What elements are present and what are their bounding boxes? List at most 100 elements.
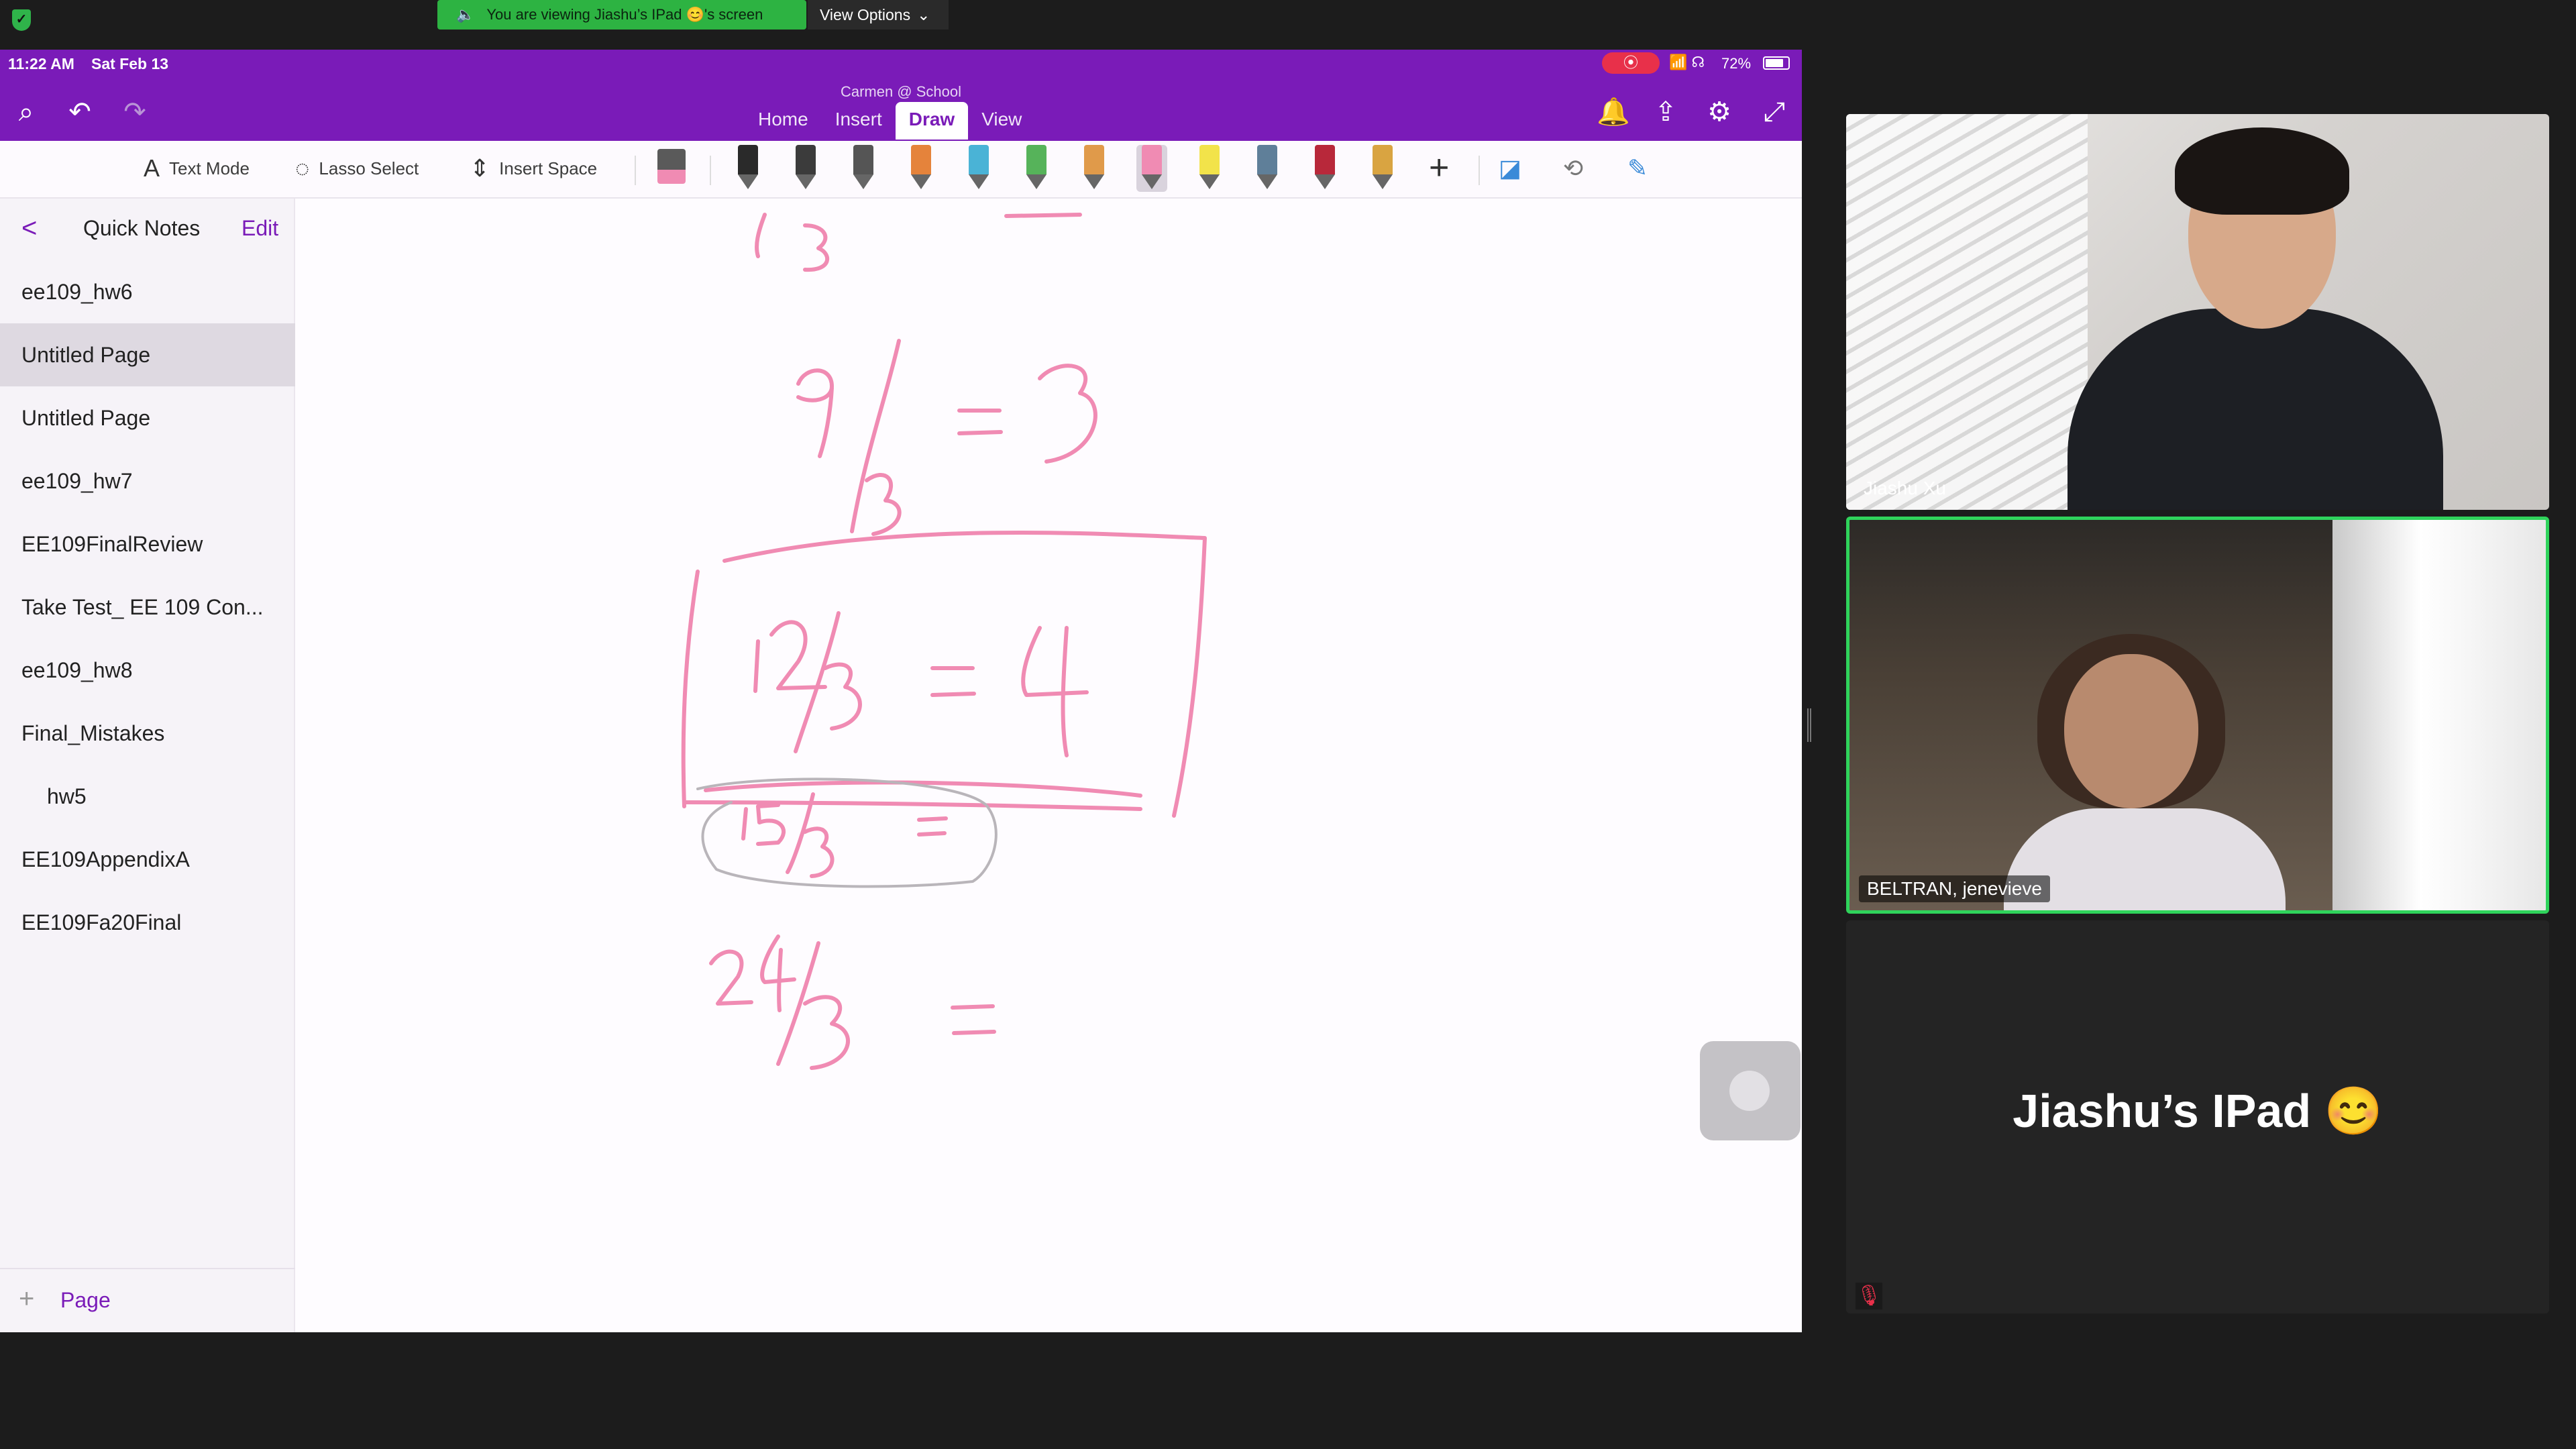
- toolbar-divider: [710, 156, 711, 185]
- share-icon[interactable]: ⇪: [1650, 97, 1681, 127]
- pen-body: [911, 145, 931, 174]
- redo-icon[interactable]: ↷: [119, 97, 150, 127]
- back-icon[interactable]: <: [21, 213, 37, 244]
- tab-insert[interactable]: Insert: [822, 102, 896, 140]
- participant-video: [2068, 127, 2443, 510]
- view-options-button[interactable]: View Options ⌄: [808, 0, 949, 30]
- pen-tip: [1026, 174, 1046, 189]
- lasso-select-button[interactable]: ◌ Lasso Select: [295, 154, 419, 182]
- pen-body: [1315, 145, 1335, 174]
- pen-tool[interactable]: [790, 145, 821, 192]
- tab-home[interactable]: Home: [745, 102, 822, 140]
- handwriting-ink: [681, 213, 1207, 1070]
- chevron-down-icon: ⌄: [917, 5, 930, 23]
- gear-icon[interactable]: ⚙: [1704, 97, 1735, 127]
- ribbon-tabs: Home Insert Draw View: [745, 102, 1035, 140]
- text-mode-button[interactable]: A Text Mode: [144, 154, 250, 182]
- note-canvas[interactable]: [295, 199, 1802, 1332]
- sidebar-page-item[interactable]: EE109FinalReview: [0, 513, 295, 576]
- pen-tool[interactable]: [1136, 145, 1167, 192]
- shared-screen: 11:22 AM Sat Feb 13 ⦿ 📶 ☊ 72% Carmen @ S…: [0, 50, 1802, 1332]
- recording-icon: ⦿: [1602, 52, 1660, 74]
- undo-icon[interactable]: ↶: [64, 97, 95, 127]
- viewing-banner: 🔈 You are viewing Jiashu’s IPad 😊's scre…: [437, 0, 806, 30]
- pen-tip: [1084, 174, 1104, 189]
- onenote-titlebar: Carmen @ School ⌕ ↶ ↷ Home Insert Draw V…: [0, 82, 1802, 141]
- pen-tip: [911, 174, 931, 189]
- add-page-label: Page: [60, 1288, 111, 1312]
- ios-status-bar: 11:22 AM Sat Feb 13 ⦿ 📶 ☊ 72%: [0, 50, 1802, 82]
- pen-tool[interactable]: [1367, 145, 1398, 192]
- viewing-banner-text: You are viewing Jiashu’s IPad 😊's screen: [486, 6, 763, 23]
- pen-body: [796, 145, 816, 174]
- pen-tool[interactable]: [733, 145, 763, 192]
- participant-name: Jiashu Xu: [1864, 478, 1946, 498]
- pen-tool[interactable]: [1252, 145, 1283, 192]
- text-icon: A: [144, 154, 160, 182]
- notebook-title: Carmen @ School: [840, 83, 962, 100]
- sidebar-page-item[interactable]: ee109_hw7: [0, 449, 295, 513]
- edit-button[interactable]: Edit: [241, 216, 278, 241]
- search-icon[interactable]: ⌕: [11, 97, 42, 127]
- sidebar-page-item[interactable]: ee109_hw8: [0, 639, 295, 702]
- insert-space-button[interactable]: ⇕ Insert Space: [470, 154, 597, 182]
- pen-tip: [1315, 174, 1335, 189]
- hoodie: [2068, 309, 2443, 510]
- wifi-icon: 📶 ☊: [1669, 54, 1705, 70]
- shapes-icon[interactable]: ◪: [1499, 154, 1521, 182]
- page-list: ee109_hw6 Untitled Page Untitled Page ee109…: [0, 260, 295, 954]
- sidebar-page-item[interactable]: Take Test_ EE 109 Con...: [0, 576, 295, 639]
- video-tile-ipad[interactable]: Jiashu’s IPad 😊 🎙: [1846, 920, 2549, 1313]
- bell-icon[interactable]: 🔔: [1597, 97, 1630, 127]
- zoom-top-bar: ✓ 🔈 You are viewing Jiashu’s IPad 😊's sc…: [0, 0, 2576, 31]
- pen-body: [1084, 145, 1104, 174]
- pen-tool[interactable]: [906, 145, 936, 192]
- ink-to-text-icon[interactable]: ✎: [1627, 154, 1648, 182]
- rotate-icon[interactable]: ⟲: [1563, 154, 1583, 182]
- pen-tip: [738, 174, 758, 189]
- pen-tool[interactable]: [848, 145, 879, 192]
- sidebar-page-item[interactable]: ee109_hw6: [0, 260, 295, 323]
- pen-tool[interactable]: [1309, 145, 1340, 192]
- pen-tool[interactable]: [1194, 145, 1225, 192]
- add-page-button[interactable]: + Page: [0, 1268, 295, 1332]
- hair: [2175, 127, 2349, 215]
- assistive-touch-button[interactable]: [1700, 1041, 1801, 1140]
- pen-body: [1199, 145, 1220, 174]
- view-options-label: View Options: [820, 5, 911, 23]
- video-tile-beltran[interactable]: BELTRAN, jenevieve: [1846, 517, 2549, 914]
- pen-tip: [969, 174, 989, 189]
- pen-body: [1373, 145, 1393, 174]
- sidebar-header: < Quick Notes Edit: [0, 199, 295, 259]
- mic-muted-icon: 🎙: [1856, 1283, 1882, 1309]
- sidebar-page-item[interactable]: EE109Fa20Final: [0, 891, 295, 954]
- sidebar-page-item[interactable]: Untitled Page: [0, 386, 295, 449]
- expand-icon[interactable]: ⤢: [1759, 97, 1790, 127]
- panel-resize-handle[interactable]: [1807, 708, 1811, 742]
- insert-space-label: Insert Space: [499, 158, 598, 178]
- pen-tip: [796, 174, 816, 189]
- sidebar-page-item[interactable]: Final_Mistakes: [0, 702, 295, 765]
- face: [2064, 654, 2198, 808]
- add-pen-icon[interactable]: +: [1429, 148, 1449, 188]
- pen-tool[interactable]: [1079, 145, 1110, 192]
- status-time: 11:22 AM: [8, 55, 74, 72]
- pen-body: [1026, 145, 1046, 174]
- participant-name: Jiashu’s IPad 😊: [2012, 1085, 2383, 1137]
- pen-tool[interactable]: [963, 145, 994, 192]
- pen-body: [738, 145, 758, 174]
- shield-icon: ✓: [12, 9, 31, 31]
- insert-space-icon: ⇕: [470, 154, 490, 182]
- sidebar-page-item[interactable]: Untitled Page: [0, 323, 295, 386]
- pen-tool[interactable]: [1021, 145, 1052, 192]
- sidebar-page-item[interactable]: EE109AppendixA: [0, 828, 295, 891]
- pages-sidebar: < Quick Notes Edit ee109_hw6 Untitled Pag…: [0, 199, 295, 1332]
- pen-body: [969, 145, 989, 174]
- pen-body: [1257, 145, 1277, 174]
- sidebar-page-item[interactable]: hw5: [0, 765, 295, 828]
- eraser-tool[interactable]: [657, 149, 686, 184]
- video-tile-jiashu[interactable]: Jiashu Xu: [1846, 114, 2549, 510]
- status-date: Sat Feb 13: [91, 55, 169, 72]
- tab-view[interactable]: View: [968, 102, 1035, 140]
- tab-draw[interactable]: Draw: [895, 102, 969, 140]
